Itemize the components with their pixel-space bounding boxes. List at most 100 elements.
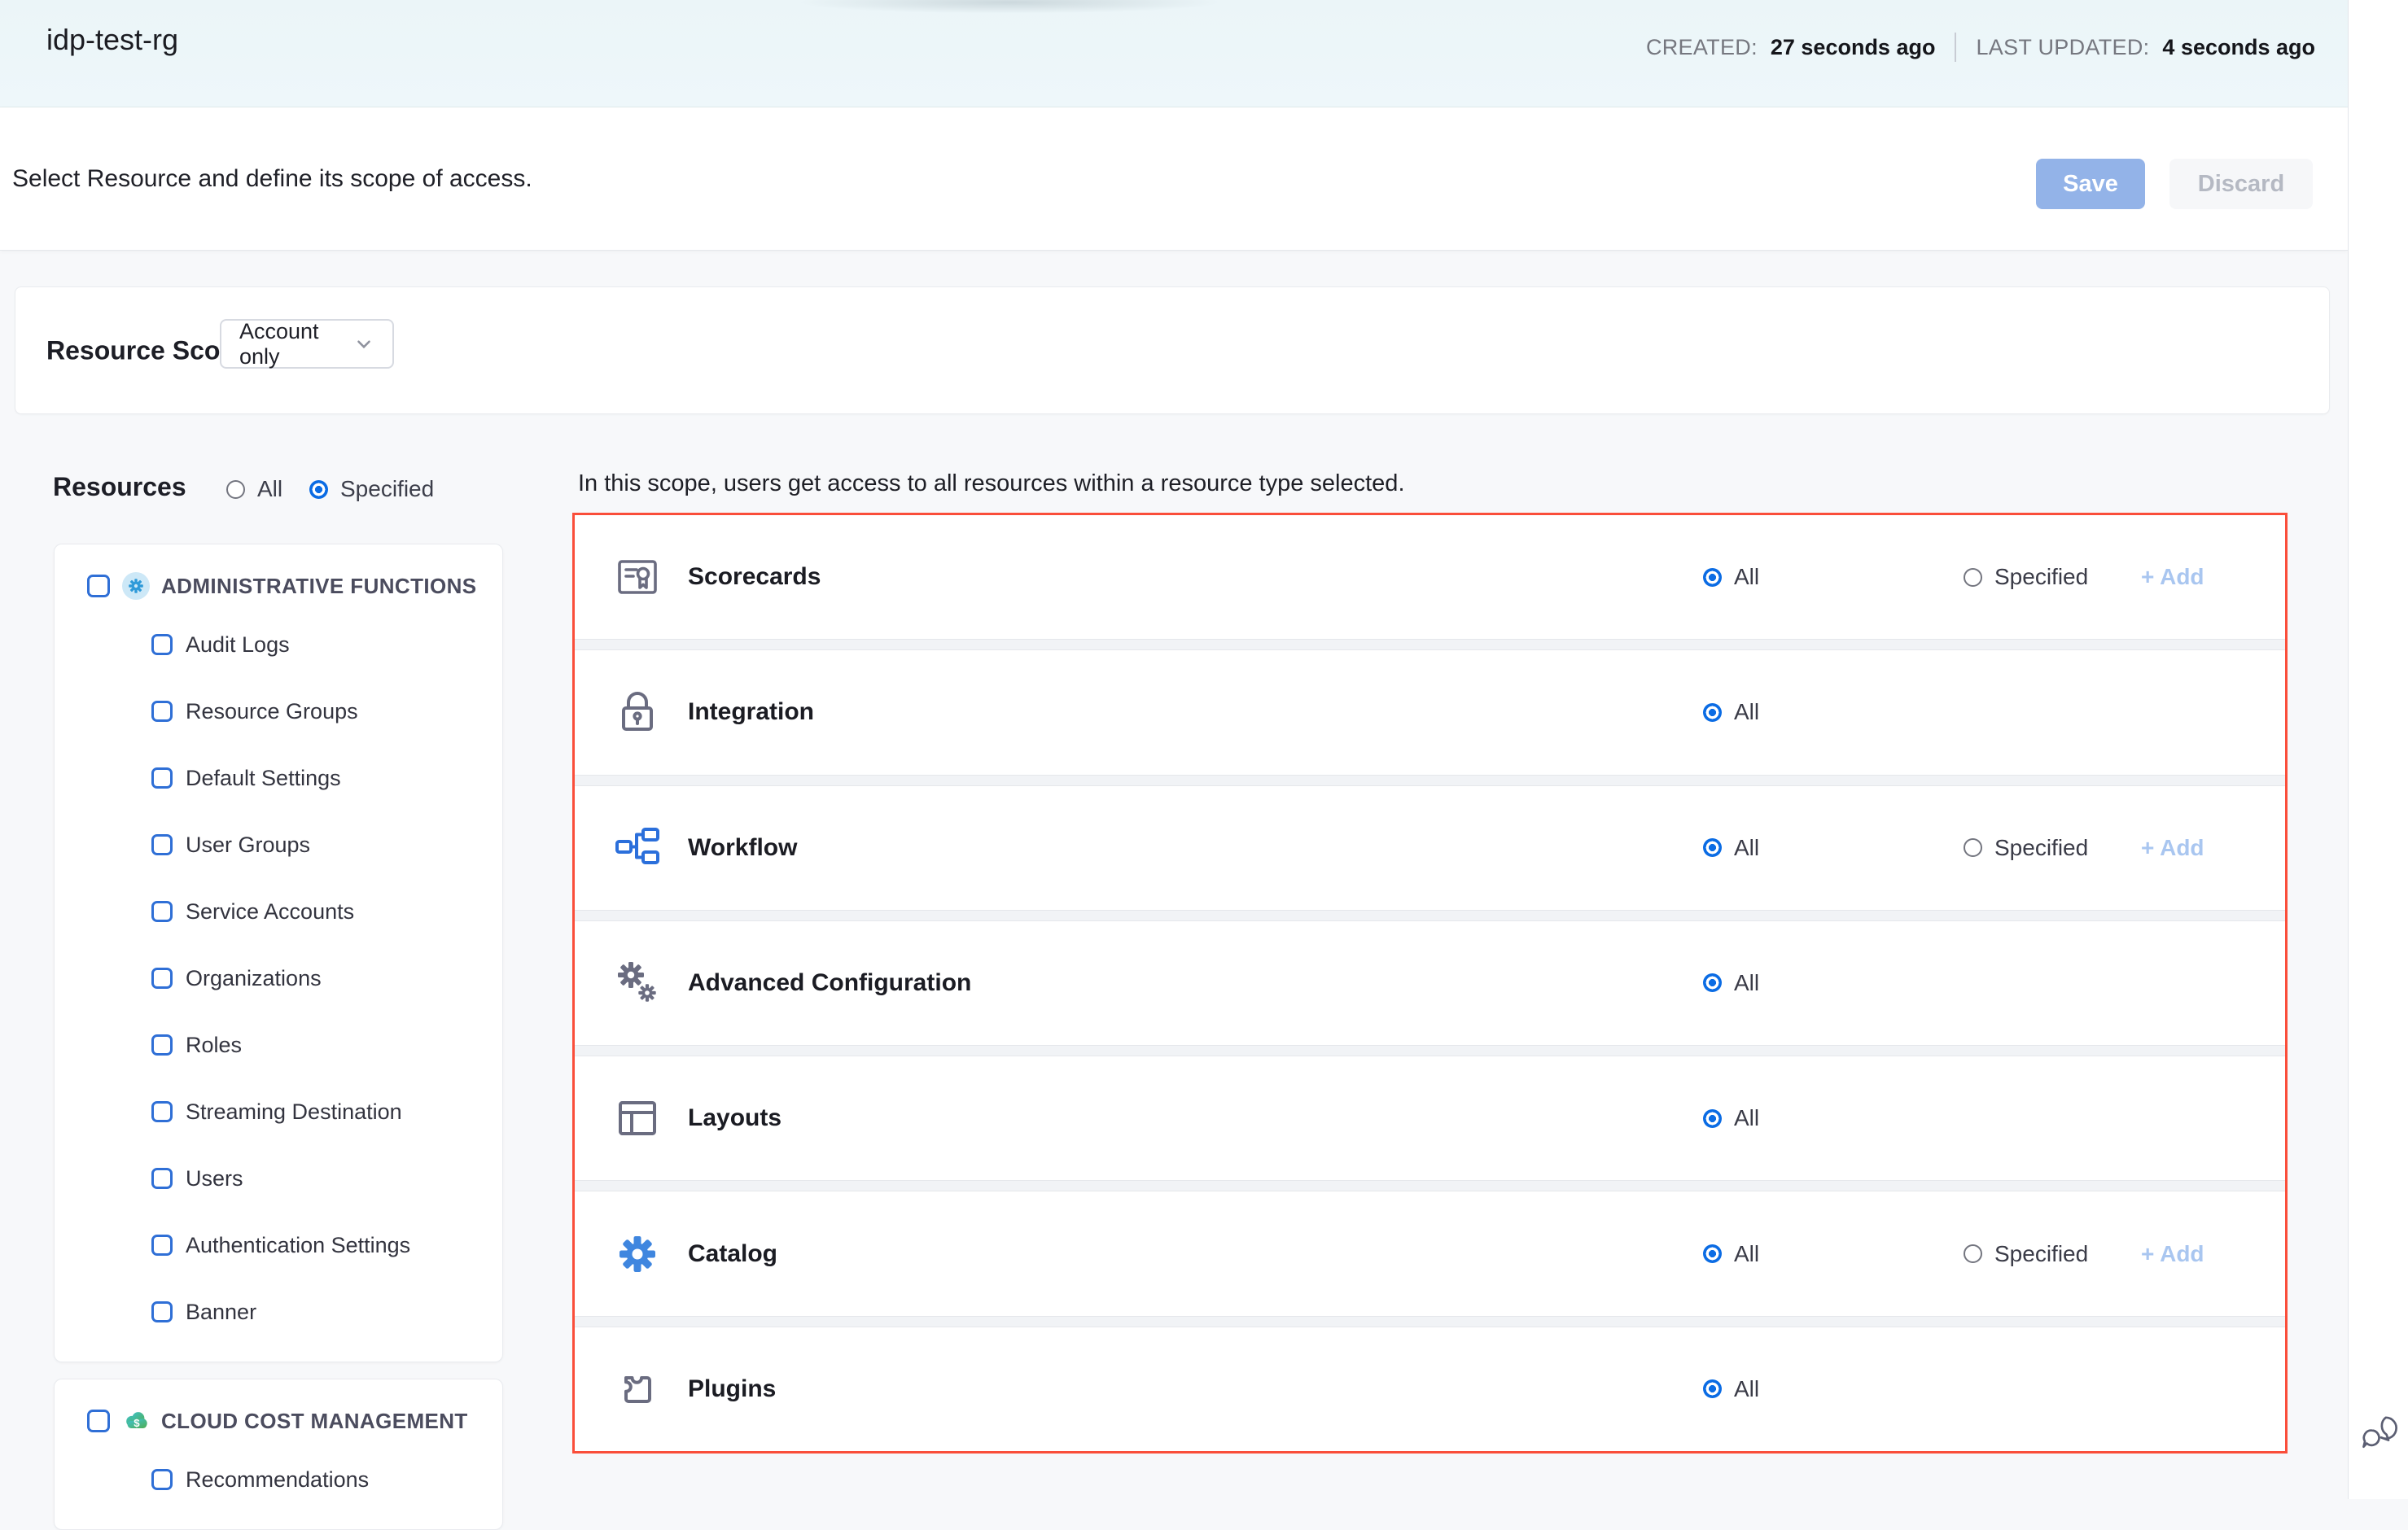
resource-type-row: Layouts All	[575, 1056, 2285, 1180]
item-label: Organizations	[186, 966, 322, 991]
resources-all-radio[interactable]: All	[226, 476, 282, 502]
all-radio[interactable]: All	[1703, 699, 1759, 725]
item-label: Recommendations	[186, 1467, 369, 1493]
resource-item[interactable]: Default Settings	[55, 745, 502, 811]
group-checkbox[interactable]	[87, 1410, 110, 1432]
resource-item[interactable]: Resource Groups	[55, 678, 502, 745]
item-label: Banner	[186, 1300, 256, 1325]
item-checkbox[interactable]	[151, 1235, 173, 1256]
all-label: All	[1734, 835, 1759, 861]
all-radio[interactable]: All	[1703, 1105, 1759, 1131]
radio-icon	[1703, 838, 1722, 857]
add-button[interactable]: + Add	[2141, 564, 2204, 590]
page-header: idp-test-rg CREATED: 27 seconds ago LAST…	[0, 0, 2348, 107]
resource-group-card: $ CLOUD COST MANAGEMENT Recommendations	[54, 1379, 503, 1530]
group-header: ADMINISTRATIVE FUNCTIONS	[55, 561, 502, 611]
specified-label: Specified	[1994, 835, 2088, 861]
item-checkbox[interactable]	[151, 968, 173, 989]
all-radio[interactable]: All	[1703, 835, 1759, 861]
radio-icon	[309, 480, 328, 499]
resource-type-label: Workflow	[688, 834, 797, 862]
discard-button[interactable]: Discard	[2169, 159, 2313, 209]
workflow-icon	[615, 825, 660, 871]
add-button[interactable]: + Add	[2141, 835, 2204, 861]
resource-item[interactable]: Users	[55, 1145, 502, 1212]
group-checkbox[interactable]	[87, 575, 110, 597]
radio-icon	[1964, 568, 1982, 587]
resource-item[interactable]: Streaming Destination	[55, 1078, 502, 1145]
resource-type-row: Plugins All	[575, 1327, 2285, 1451]
item-checkbox[interactable]	[151, 834, 173, 855]
all-label: All	[1734, 1105, 1759, 1131]
group-header: $ CLOUD COST MANAGEMENT	[55, 1396, 502, 1446]
resource-item[interactable]: User Groups	[55, 811, 502, 878]
svg-text:$: $	[134, 1417, 140, 1429]
all-radio[interactable]: All	[1703, 970, 1759, 996]
chevron-down-icon	[353, 334, 374, 355]
all-label: All	[1734, 699, 1759, 725]
resource-type-label: Plugins	[688, 1375, 776, 1403]
created-value: 27 seconds ago	[1771, 35, 1936, 60]
catalog-icon	[615, 1231, 660, 1277]
radio-icon	[1703, 1109, 1722, 1128]
resource-item[interactable]: Recommendations	[55, 1446, 502, 1513]
chat-bubbles-icon[interactable]	[2362, 1414, 2399, 1450]
item-checkbox[interactable]	[151, 1469, 173, 1490]
group-title: CLOUD COST MANAGEMENT	[161, 1409, 468, 1434]
resource-item[interactable]: Service Accounts	[55, 878, 502, 945]
radio-icon	[1703, 1379, 1722, 1398]
item-checkbox[interactable]	[151, 1168, 173, 1189]
resource-type-label: Scorecards	[688, 563, 821, 591]
radio-icon	[1703, 703, 1722, 722]
resource-type-row: Advanced ConfigurationAll	[575, 921, 2285, 1045]
row-divider	[575, 775, 2285, 786]
radio-icon	[1703, 1244, 1722, 1263]
resource-type-row: CatalogAllSpecified+ Add	[575, 1191, 2285, 1315]
item-checkbox[interactable]	[151, 701, 173, 722]
scope-instruction: Select Resource and define its scope of …	[12, 165, 532, 193]
all-radio[interactable]: All	[1703, 1376, 1759, 1402]
item-checkbox[interactable]	[151, 901, 173, 922]
radio-icon	[1703, 973, 1722, 992]
radio-icon	[1964, 838, 1982, 857]
resource-scope-select[interactable]: Account only	[220, 319, 394, 369]
specified-radio[interactable]: Specified	[1964, 564, 2088, 590]
item-label: User Groups	[186, 833, 310, 858]
item-label: Authentication Settings	[186, 1233, 410, 1258]
resources-all-label: All	[257, 476, 282, 502]
all-label: All	[1734, 564, 1759, 590]
item-checkbox[interactable]	[151, 767, 173, 789]
updated-label: LAST UPDATED:	[1976, 35, 2149, 60]
integration-lock-icon	[615, 689, 660, 735]
resource-type-label: Layouts	[688, 1104, 782, 1132]
resource-item[interactable]: Banner	[55, 1279, 502, 1345]
item-checkbox[interactable]	[151, 634, 173, 655]
save-button[interactable]: Save	[2036, 159, 2145, 209]
row-divider	[575, 910, 2285, 921]
resource-item[interactable]: Authentication Settings	[55, 1212, 502, 1279]
row-divider	[575, 639, 2285, 650]
resources-specified-radio[interactable]: Specified	[309, 476, 434, 502]
resource-item[interactable]: Organizations	[55, 945, 502, 1012]
all-radio[interactable]: All	[1703, 564, 1759, 590]
item-checkbox[interactable]	[151, 1034, 173, 1056]
all-radio[interactable]: All	[1703, 1241, 1759, 1267]
item-label: Resource Groups	[186, 699, 358, 724]
meta-divider	[1955, 33, 1956, 62]
item-checkbox[interactable]	[151, 1301, 173, 1322]
cloud-cost-management-icon: $	[122, 1407, 150, 1435]
resource-item[interactable]: Audit Logs	[55, 611, 502, 678]
resource-item[interactable]: Roles	[55, 1012, 502, 1078]
specified-label: Specified	[1994, 1241, 2088, 1267]
page-title: idp-test-rg	[46, 23, 178, 57]
right-gutter	[2348, 0, 2408, 1499]
resource-type-row: Scorecards All Specified + Add	[575, 515, 2285, 639]
specified-radio[interactable]: Specified	[1964, 1241, 2088, 1267]
action-bar: Select Resource and define its scope of …	[0, 107, 2348, 251]
updated-value: 4 seconds ago	[2162, 35, 2315, 60]
item-checkbox[interactable]	[151, 1101, 173, 1122]
add-button[interactable]: + Add	[2141, 1241, 2204, 1267]
resource-group-card: ADMINISTRATIVE FUNCTIONS Audit Logs Resour…	[54, 544, 503, 1362]
group-title: ADMINISTRATIVE FUNCTIONS	[161, 574, 477, 599]
specified-radio[interactable]: Specified	[1964, 835, 2088, 861]
